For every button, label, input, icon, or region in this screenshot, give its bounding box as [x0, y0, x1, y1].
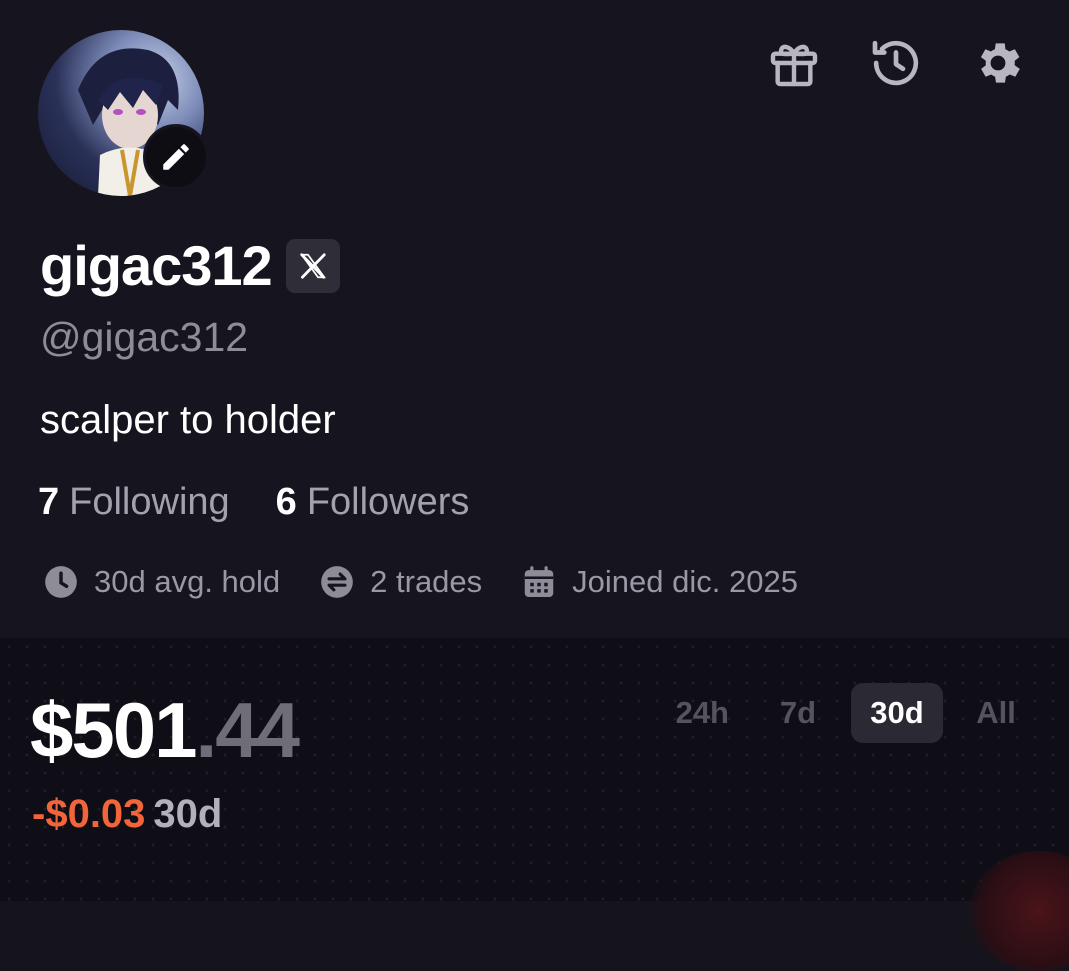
join-date-text: Joined dic. 2025: [572, 564, 798, 599]
tab-24h[interactable]: 24h: [660, 683, 745, 743]
followers-link[interactable]: 6 Followers: [276, 481, 470, 524]
history-button[interactable]: [867, 34, 925, 92]
pnl-period: 30d: [153, 792, 223, 836]
edit-avatar-button[interactable]: [143, 124, 209, 190]
following-count: 7: [38, 481, 60, 523]
x-logo-icon: [299, 253, 326, 279]
gift-icon: [770, 44, 818, 87]
history-icon: [872, 40, 919, 86]
pencil-icon: [163, 144, 189, 170]
pnl-change: -$0.03 30d: [32, 792, 222, 837]
timeframe-tabs: 24h 7d 30d All: [660, 683, 1035, 743]
avg-hold: 30d avg. hold: [42, 563, 280, 601]
followers-count: 6: [275, 481, 297, 523]
portfolio-section: $501.44 -$0.03 30d 24h 7d 30d All: [0, 638, 1069, 971]
tab-30d[interactable]: 30d: [851, 683, 943, 743]
calendar-icon: [520, 563, 558, 601]
balance-cents: .44: [195, 686, 300, 774]
display-name: gigac312: [40, 234, 273, 297]
followers-label: Followers: [306, 481, 470, 523]
profile-meta: 30d avg. hold 2 trades Joined dic. 2025: [42, 563, 798, 601]
pnl-value: -$0.03: [32, 792, 146, 836]
clock-icon: [42, 563, 80, 601]
trade-count: 2 trades: [318, 563, 482, 601]
header-actions: [765, 34, 1027, 92]
profile-header: gigac312 @gigac312 scalper to holder 7 Fo…: [0, 0, 1069, 638]
gift-button[interactable]: [765, 34, 823, 92]
portfolio-balance: $501.44: [30, 690, 300, 770]
balance-whole: $501: [30, 686, 198, 774]
x-profile-link[interactable]: [285, 239, 340, 293]
following-label: Following: [69, 481, 230, 523]
gear-icon: [980, 43, 1020, 83]
avg-hold-text: 30d avg. hold: [94, 564, 281, 599]
following-link[interactable]: 7 Following: [38, 481, 230, 524]
tab-7d[interactable]: 7d: [759, 683, 837, 743]
chart-glow-decoration: [969, 851, 1069, 971]
swap-icon: [318, 563, 356, 601]
join-date: Joined dic. 2025: [520, 563, 798, 601]
tab-all[interactable]: All: [957, 683, 1035, 743]
trade-count-text: 2 trades: [370, 564, 483, 599]
name-row: gigac312: [40, 236, 340, 296]
settings-button[interactable]: [969, 34, 1027, 92]
handle: @gigac312: [40, 314, 249, 360]
follow-stats: 7 Following 6 Followers: [38, 481, 469, 524]
bio: scalper to holder: [40, 398, 336, 442]
